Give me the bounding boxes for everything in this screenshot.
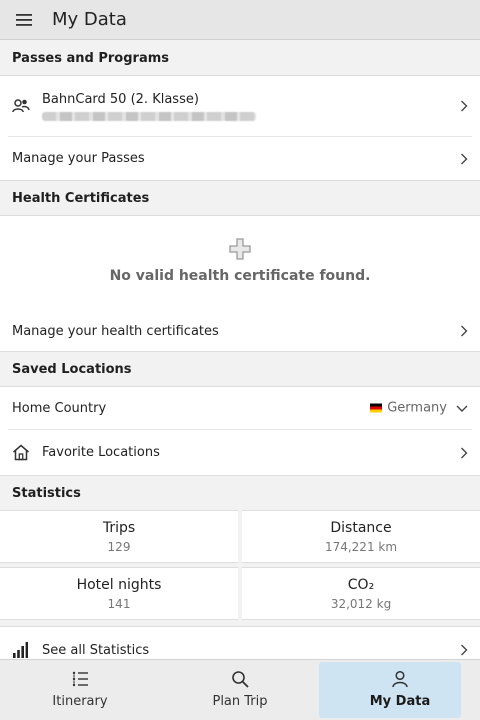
menu-button[interactable] (0, 0, 48, 40)
search-icon (232, 670, 249, 688)
home-icon (13, 444, 29, 461)
stat-value: 141 (107, 596, 131, 611)
page-title: My Data (52, 9, 127, 30)
stat-label: Distance (330, 519, 392, 536)
app-header: My Data (0, 0, 480, 40)
stat-hotel-nights[interactable]: Hotel nights 141 (0, 567, 238, 620)
health-empty-state: No valid health certificate found. (0, 216, 480, 311)
stat-distance[interactable]: Distance 174,221 km (242, 510, 480, 563)
person-icon (392, 670, 408, 687)
see-all-statistics-link[interactable]: See all Statistics (0, 627, 480, 659)
stat-label: Hotel nights (76, 576, 162, 593)
home-country-label: Home Country (12, 400, 107, 416)
section-heading-statistics: Statistics (0, 476, 480, 510)
nav-label: My Data (369, 693, 431, 709)
favorite-locations-label: Favorite Locations (42, 445, 160, 460)
health-card: No valid health certificate found. Manag… (0, 215, 480, 352)
passes-card: BahnCard 50 (2. Klasse) Manage your Pass… (0, 75, 480, 181)
nav-label: Plan Trip (212, 693, 268, 709)
people-icon (12, 99, 30, 113)
favorite-locations-link[interactable]: Favorite Locations (0, 430, 480, 475)
stat-value: 32,012 kg (330, 596, 392, 611)
home-country-row[interactable]: Home Country Germany (0, 387, 480, 429)
stat-label: CO₂ (347, 576, 375, 593)
see-all-statistics-card: See all Statistics (0, 626, 480, 659)
chevron-right-icon (461, 644, 468, 656)
section-heading-passes: Passes and Programs (0, 41, 480, 75)
chevron-right-icon (461, 100, 468, 112)
bottom-navigation: Itinerary Plan Trip My Data (0, 659, 480, 720)
list-icon (72, 671, 88, 686)
main-content[interactable]: Passes and Programs BahnCard 50 (2. Klas… (0, 41, 480, 659)
germany-flag-icon (370, 403, 383, 413)
manage-health-certificates-link[interactable]: Manage your health certificates (0, 311, 480, 351)
stat-trips[interactable]: Trips 129 (0, 510, 238, 563)
bahncard-pass-row[interactable]: BahnCard 50 (2. Klasse) (0, 76, 480, 136)
redacted-pass-details (42, 111, 256, 121)
chevron-down-icon (456, 405, 468, 412)
chevron-right-icon (461, 447, 468, 458)
stat-label: Trips (102, 519, 136, 536)
section-heading-locations: Saved Locations (0, 352, 480, 386)
statistics-grid: Trips 129 Distance 174,221 km Hotel nigh… (0, 510, 480, 620)
chevron-right-icon (461, 153, 468, 164)
home-country-select[interactable]: Germany (370, 401, 468, 416)
stat-value: 129 (107, 539, 131, 554)
locations-card: Home Country Germany Favorite Locations (0, 386, 480, 476)
manage-passes-link[interactable]: Manage your Passes (0, 137, 480, 180)
health-empty-message: No valid health certificate found. (109, 268, 371, 284)
pass-title: BahnCard 50 (2. Klasse) (42, 91, 199, 107)
nav-label: Itinerary (52, 693, 108, 709)
stat-co2[interactable]: CO₂ 32,012 kg (242, 567, 480, 620)
chevron-right-icon (461, 325, 468, 337)
manage-passes-label: Manage your Passes (12, 151, 145, 166)
nav-tab-itinerary[interactable]: Itinerary (0, 659, 160, 719)
nav-tab-my-data[interactable]: My Data (320, 659, 480, 719)
manage-health-label: Manage your health certificates (12, 323, 219, 339)
section-heading-health: Health Certificates (0, 181, 480, 215)
bar-chart-icon (13, 642, 28, 658)
nav-tab-plan-trip[interactable]: Plan Trip (160, 659, 320, 719)
home-country-value: Germany (387, 400, 447, 416)
hamburger-menu-icon (16, 13, 32, 26)
see-all-statistics-label: See all Statistics (42, 642, 150, 658)
stat-value: 174,221 km (324, 539, 398, 554)
medical-cross-icon (229, 238, 251, 260)
